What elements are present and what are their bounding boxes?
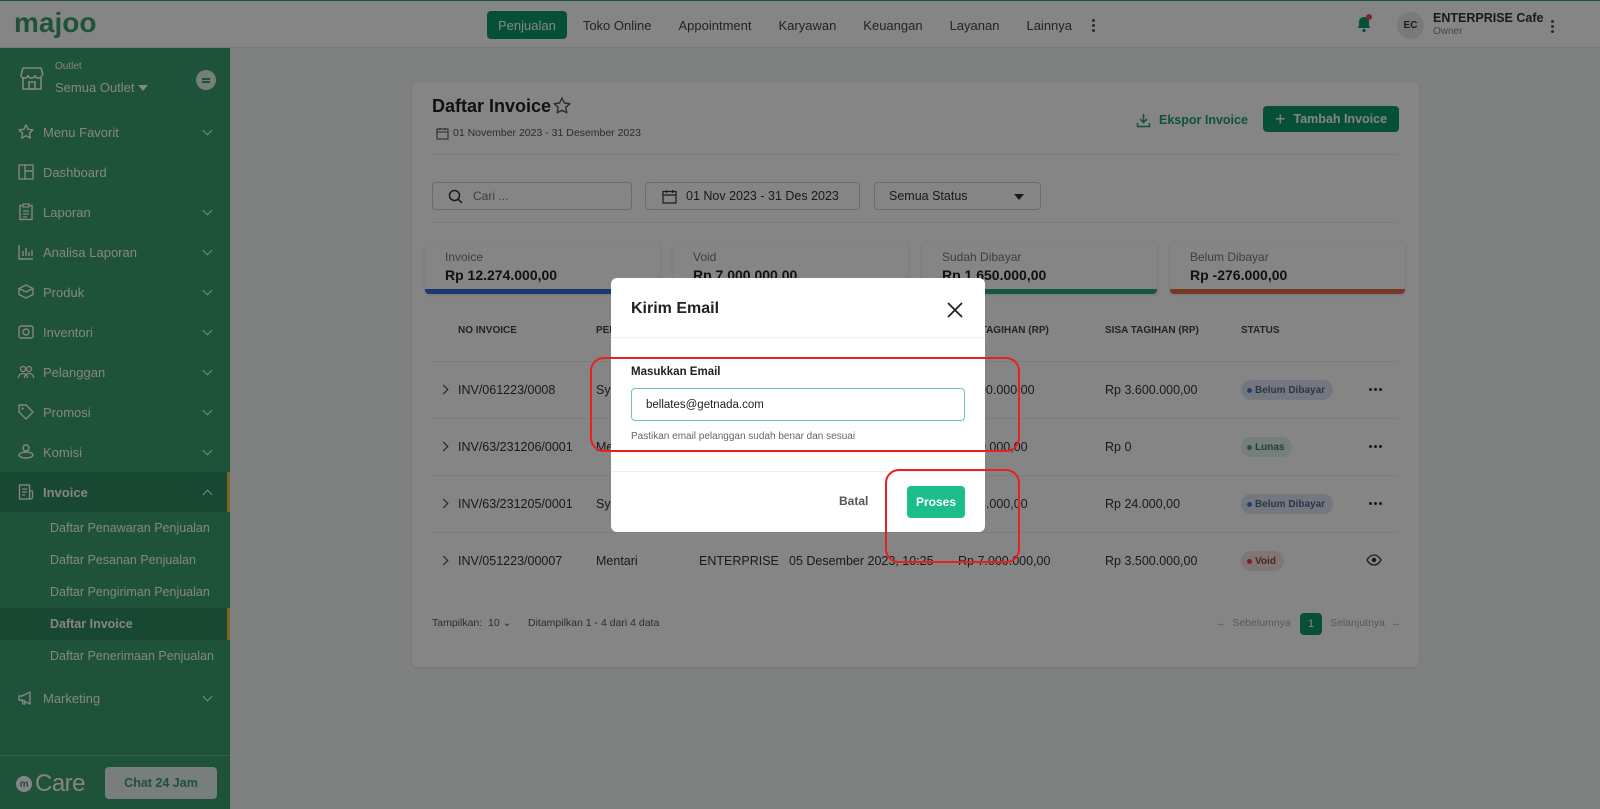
modal-title: Kirim Email bbox=[631, 300, 720, 317]
cancel-button[interactable]: Batal bbox=[839, 494, 868, 508]
highlight-email-input bbox=[590, 357, 1020, 452]
close-icon[interactable] bbox=[945, 300, 965, 320]
divider bbox=[611, 337, 985, 338]
highlight-proses-button bbox=[885, 469, 1020, 563]
